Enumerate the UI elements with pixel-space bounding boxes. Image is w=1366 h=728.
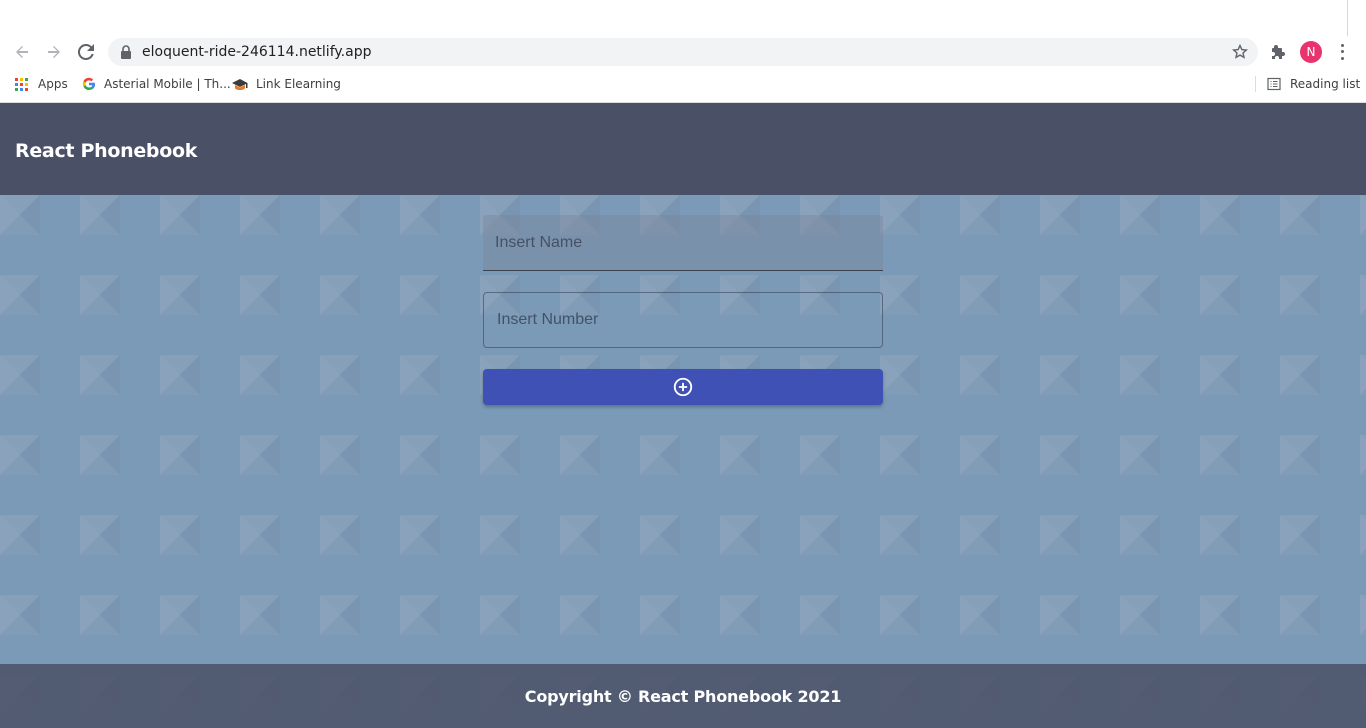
bookmarks-bar: Apps Asterial Mobile | Th... Link Elearn…: [0, 70, 1366, 98]
bookmark-star-icon[interactable]: [1232, 44, 1248, 60]
profile-avatar[interactable]: N: [1300, 41, 1322, 63]
reading-list-button[interactable]: Reading list: [1267, 76, 1360, 92]
back-button[interactable]: [6, 36, 38, 68]
lock-icon: [121, 45, 131, 59]
app-title: React Phonebook: [15, 140, 198, 162]
reading-list-label: Reading list: [1290, 77, 1361, 91]
browser-menu-button[interactable]: [1337, 42, 1347, 62]
number-input[interactable]: [484, 293, 882, 347]
bookmark-label: Link Elearning: [256, 77, 341, 91]
address-bar[interactable]: eloquent-ride-246114.netlify.app: [108, 38, 1258, 66]
reload-icon: [78, 44, 94, 60]
menu-dot: [1340, 43, 1344, 47]
menu-dot: [1340, 57, 1344, 61]
app-header: React Phonebook: [0, 103, 1366, 195]
reading-list-icon: [1267, 77, 1281, 91]
bookmark-link-elearning[interactable]: Link Elearning: [232, 76, 341, 92]
forward-button[interactable]: [38, 36, 70, 68]
bookmark-asterial[interactable]: Asterial Mobile | Th...: [82, 76, 231, 92]
bookmarks-separator: [1255, 76, 1256, 92]
graduation-cap-icon: [232, 79, 248, 90]
arrow-left-icon: [16, 46, 28, 58]
extensions-puzzle-icon[interactable]: [1270, 44, 1286, 60]
reload-button[interactable]: [70, 36, 102, 68]
footer-copyright: Copyright © React Phonebook 2021: [524, 686, 842, 706]
add-circle-icon: [673, 377, 693, 397]
url-text[interactable]: eloquent-ride-246114.netlify.app: [142, 44, 371, 60]
add-contact-button[interactable]: [483, 369, 883, 405]
browser-tab-strip: [0, 0, 1366, 36]
bookmark-label: Apps: [38, 77, 68, 91]
window-edge: [1347, 0, 1348, 36]
app-footer: Copyright © React Phonebook 2021: [0, 664, 1366, 728]
bookmark-apps[interactable]: Apps: [15, 76, 68, 92]
name-field[interactable]: [483, 215, 883, 271]
browser-toolbar: eloquent-ride-246114.netlify.app: [0, 36, 1366, 68]
bookmark-label: Asterial Mobile | Th...: [104, 77, 231, 91]
arrow-right-icon: [48, 46, 60, 58]
name-input[interactable]: [483, 215, 883, 270]
app-main: [0, 195, 1366, 728]
menu-dot: [1340, 50, 1344, 54]
number-field[interactable]: [483, 292, 883, 348]
apps-grid-icon: [15, 77, 28, 91]
google-icon: [82, 77, 96, 91]
